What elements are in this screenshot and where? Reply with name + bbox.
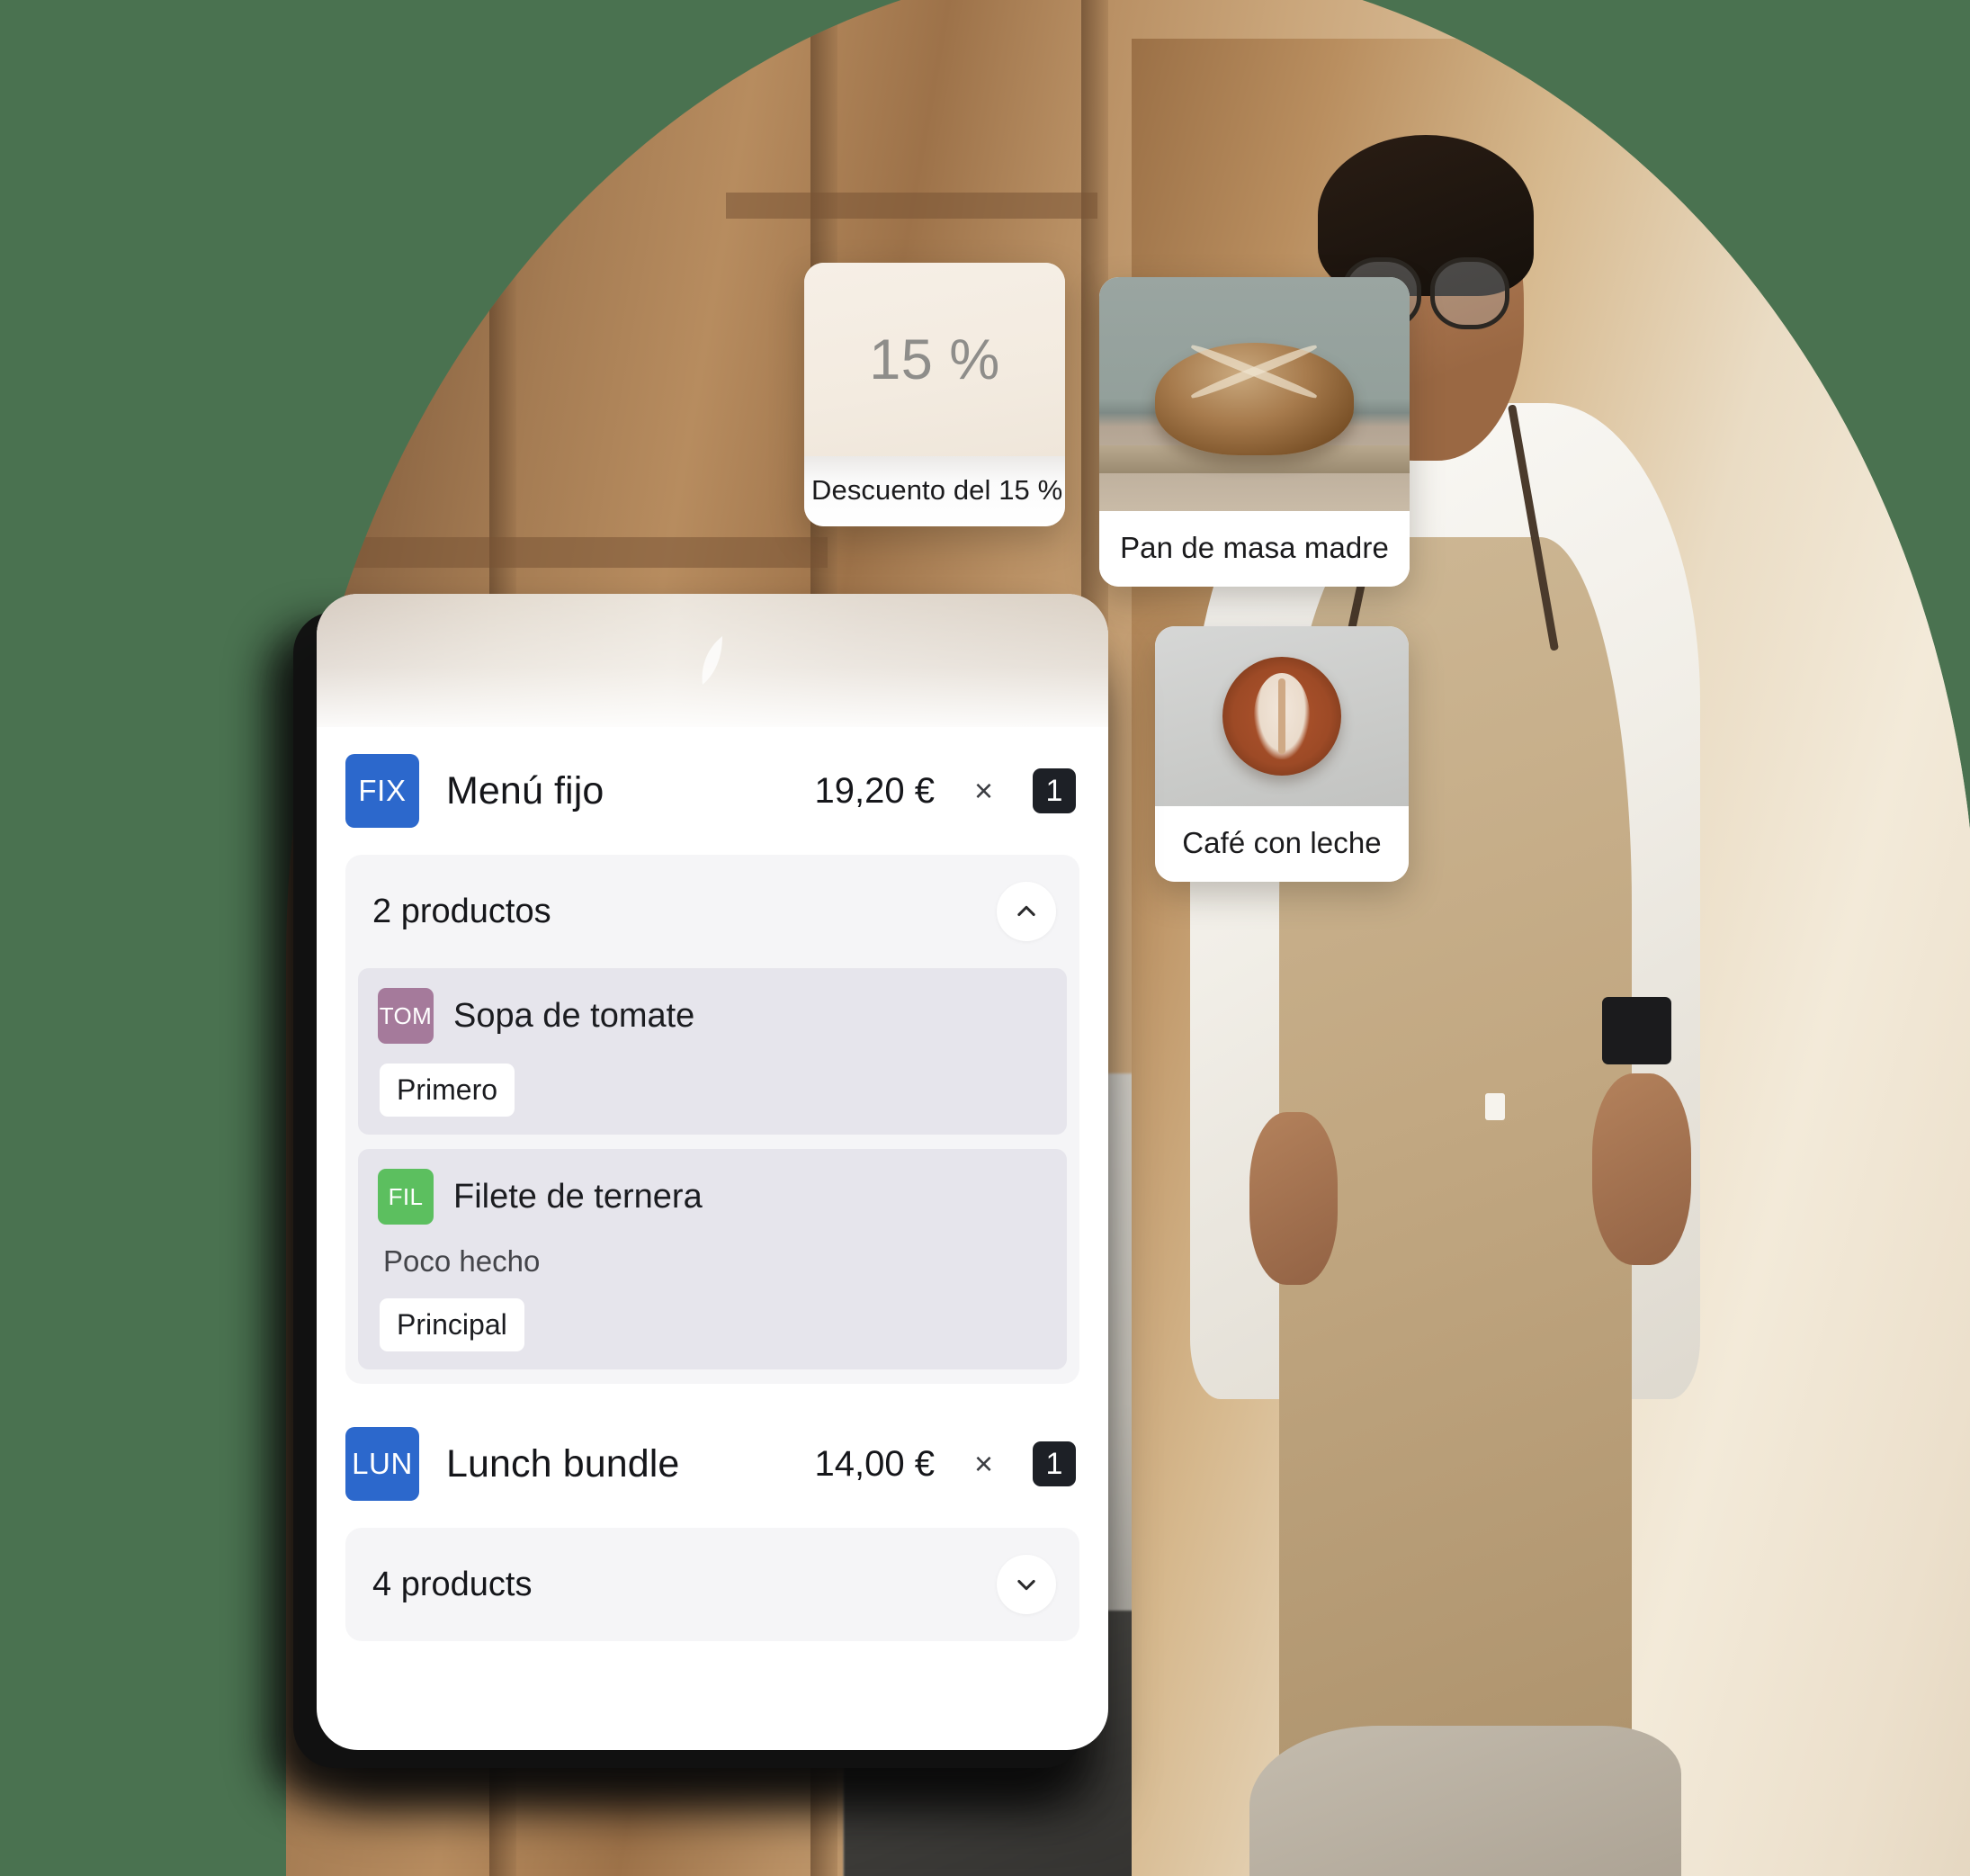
chevron-up-icon <box>1017 905 1035 917</box>
pos-order-panel: FIX Menú fijo 19,20 € × 1 2 productos TO… <box>317 594 1108 1750</box>
product-group-expanded: 2 productos TOM Sopa de tomate Primero F… <box>345 855 1079 1384</box>
coffee-card[interactable]: Café con leche <box>1155 626 1409 882</box>
order-line-item[interactable]: FIX Menú fijo 19,20 € × 1 <box>317 727 1108 855</box>
wristwatch <box>1602 997 1671 1064</box>
leaf-logo <box>702 636 722 685</box>
discount-card[interactable]: 15 % Descuento del 15 % <box>804 263 1065 526</box>
discount-value: 15 % <box>869 328 1000 391</box>
product-modifier-note: Poco hecho <box>383 1244 541 1278</box>
barista-pants <box>1249 1725 1681 1876</box>
coffee-thumbnail <box>1155 626 1409 806</box>
sourdough-loaf-icon <box>1155 342 1354 455</box>
sku-badge-fix: FIX <box>345 754 419 828</box>
group-product-head: FIL Filete de ternera <box>378 1169 1047 1225</box>
discount-thumbnail: 15 % <box>804 263 1065 456</box>
product-group-title: 2 productos <box>372 892 551 930</box>
barista-hand <box>1592 1073 1691 1266</box>
barista-hand <box>1249 1111 1338 1285</box>
latte-cup-icon <box>1222 657 1341 776</box>
group-product-head: TOM Sopa de tomate <box>378 988 1047 1044</box>
order-line-item[interactable]: LUN Lunch bundle 14,00 € × 1 <box>317 1400 1108 1528</box>
item-quantity-badge[interactable]: 1 <box>1033 768 1076 813</box>
group-product-row[interactable]: TOM Sopa de tomate Primero <box>358 968 1067 1135</box>
item-quantity-badge[interactable]: 1 <box>1033 1441 1076 1486</box>
item-price: 19,20 € <box>814 770 935 811</box>
chevron-down-icon <box>1017 1579 1035 1591</box>
latte-art <box>1254 673 1310 759</box>
product-group-title: 4 products <box>372 1565 533 1603</box>
product-group-header[interactable]: 4 products <box>345 1528 1079 1641</box>
sku-badge-lun: LUN <box>345 1427 419 1501</box>
coffee-card-label: Café con leche <box>1155 806 1409 882</box>
expand-group-button[interactable] <box>997 1555 1056 1614</box>
bread-card[interactable]: Pan de masa madre <box>1099 277 1410 587</box>
wood-shelf <box>319 537 828 569</box>
order-list: FIX Menú fijo 19,20 € × 1 2 productos TO… <box>317 727 1108 1641</box>
course-chip: Principal <box>380 1298 524 1351</box>
bread-card-label: Pan de masa madre <box>1099 511 1410 587</box>
product-group-header[interactable]: 2 productos <box>345 855 1079 968</box>
group-product-name: Sopa de tomate <box>453 996 695 1035</box>
collapse-group-button[interactable] <box>997 882 1056 941</box>
discount-card-label: Descuento del 15 % <box>804 456 1065 526</box>
wood-shelf <box>725 192 1098 220</box>
item-name: Menú fijo <box>446 768 604 812</box>
item-price: 14,00 € <box>814 1443 935 1484</box>
multiply-symbol: × <box>973 1445 993 1482</box>
panel-top-bar <box>317 594 1108 727</box>
product-group-collapsed: 4 products <box>345 1528 1079 1641</box>
multiply-symbol: × <box>973 772 993 809</box>
group-product-row[interactable]: FIL Filete de ternera Poco hecho Princip… <box>358 1149 1067 1369</box>
apron-pin <box>1484 1092 1505 1120</box>
sku-badge-fil: FIL <box>378 1169 434 1225</box>
course-chip: Primero <box>380 1064 515 1117</box>
item-name: Lunch bundle <box>446 1441 680 1486</box>
group-product-name: Filete de ternera <box>453 1177 703 1216</box>
bread-thumbnail <box>1099 277 1410 511</box>
sku-badge-tom: TOM <box>378 988 434 1044</box>
